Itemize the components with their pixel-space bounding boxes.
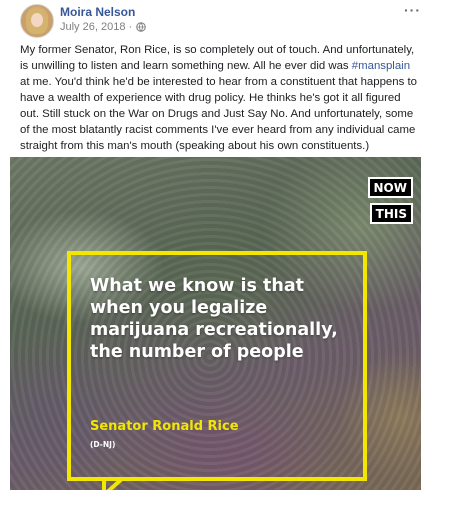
facebook-post: Moira Nelson July 26, 2018 · ··· My form… bbox=[0, 0, 430, 516]
globe-icon[interactable] bbox=[136, 22, 146, 32]
quote-text: What we know is that when you legalize m… bbox=[90, 276, 338, 362]
speech-tail-icon bbox=[102, 477, 126, 490]
nowthis-badge-this: THIS bbox=[369, 203, 413, 224]
post-text: My former Senator, Ron Rice, is so compl… bbox=[20, 42, 420, 154]
post-text-part2: at me. You'd think he'd be interested to… bbox=[20, 76, 417, 152]
post-meta: July 26, 2018 · bbox=[60, 21, 146, 33]
avatar[interactable] bbox=[20, 4, 54, 38]
post-image[interactable]: NOW THIS What we know is that when you l… bbox=[10, 157, 421, 490]
more-options-icon[interactable]: ··· bbox=[404, 2, 421, 18]
post-header: Moira Nelson July 26, 2018 · ··· bbox=[20, 2, 421, 42]
nowthis-badge-now: NOW bbox=[367, 177, 413, 198]
post-date[interactable]: July 26, 2018 · bbox=[60, 21, 132, 33]
hashtag-link[interactable]: #mansplain bbox=[352, 60, 410, 72]
quote-attribution-name: Senator Ronald Rice bbox=[90, 419, 239, 434]
author-name[interactable]: Moira Nelson bbox=[60, 5, 135, 19]
quote-attribution-party: (D-NJ) bbox=[90, 440, 116, 449]
